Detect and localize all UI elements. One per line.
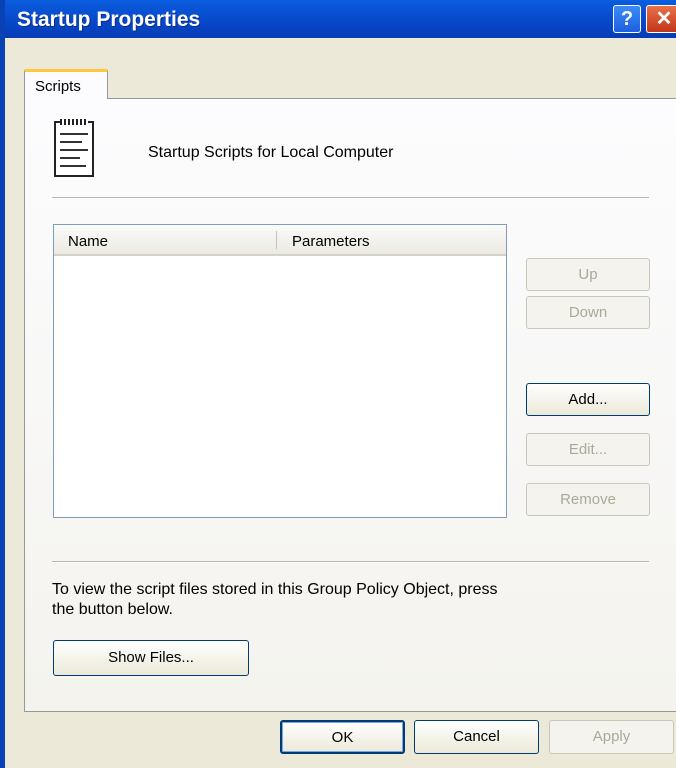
- list-header: Name Parameters: [54, 225, 506, 256]
- show-files-button[interactable]: Show Files...: [53, 640, 249, 676]
- title-bar[interactable]: Startup Properties ? ✕: [5, 0, 676, 38]
- help-button[interactable]: ?: [613, 5, 641, 33]
- down-button[interactable]: Down: [526, 296, 650, 329]
- add-button[interactable]: Add...: [526, 383, 650, 416]
- script-icon: [54, 119, 94, 177]
- window-title: Startup Properties: [17, 8, 201, 31]
- scripts-list[interactable]: Name Parameters: [53, 224, 507, 518]
- info-line-1: To view the script files stored in this …: [52, 581, 498, 598]
- edit-button[interactable]: Edit...: [526, 433, 650, 466]
- up-button[interactable]: Up: [526, 258, 650, 291]
- cancel-button[interactable]: Cancel: [414, 720, 539, 754]
- top-separator: [52, 197, 649, 199]
- column-header-name[interactable]: Name: [68, 233, 108, 250]
- info-text: To view the script files stored in this …: [52, 580, 572, 620]
- header-text: Startup Scripts for Local Computer: [148, 144, 394, 161]
- close-button[interactable]: ✕: [646, 5, 676, 33]
- tab-scripts[interactable]: Scripts: [24, 69, 108, 99]
- info-line-2: the button below.: [52, 601, 173, 618]
- apply-button[interactable]: Apply: [549, 720, 674, 754]
- bottom-separator: [52, 561, 649, 563]
- column-divider[interactable]: [276, 231, 277, 249]
- remove-button[interactable]: Remove: [526, 483, 650, 516]
- column-header-parameters[interactable]: Parameters: [292, 233, 370, 250]
- ok-button[interactable]: OK: [280, 720, 405, 754]
